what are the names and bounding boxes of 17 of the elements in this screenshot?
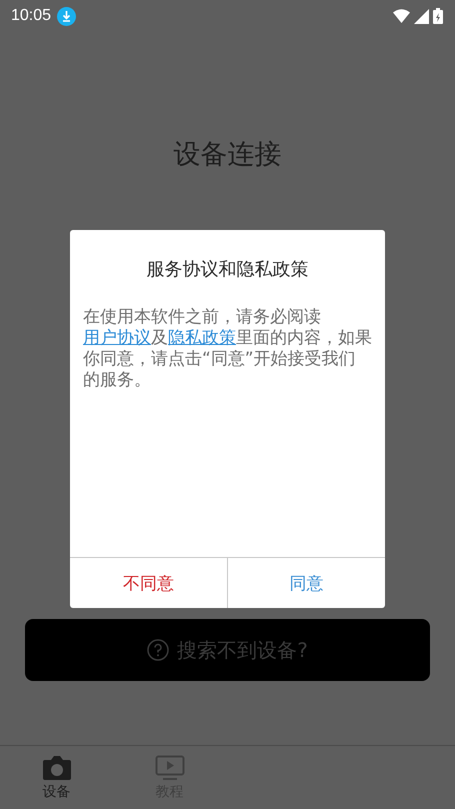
help-icon bbox=[147, 639, 170, 661]
download-icon bbox=[57, 6, 76, 26]
camera-icon bbox=[42, 754, 72, 780]
search-help-button[interactable]: 搜索不到设备? bbox=[25, 619, 430, 681]
nav-tab[interactable]: 设备 bbox=[0, 746, 113, 809]
policy-link[interactable]: 用户协议 bbox=[83, 328, 151, 348]
battery-icon bbox=[433, 8, 443, 24]
wifi-icon bbox=[393, 9, 410, 23]
decline-button[interactable]: 不同意 bbox=[70, 558, 227, 608]
policy-link[interactable]: 隐私政策 bbox=[168, 328, 236, 348]
dialog-title: 服务协议和隐私政策 bbox=[146, 258, 310, 281]
status-time: 10:05 bbox=[11, 7, 52, 25]
signal-icon bbox=[414, 8, 429, 24]
video-icon bbox=[154, 754, 184, 780]
agreement-text: 在使用本软件之前，请务必阅读 用户协议及隐私政策里面的内容，如果你同意，请点击“同意”开始接受我们的服务。 bbox=[83, 307, 372, 391]
accept-button[interactable]: 同意 bbox=[227, 558, 385, 608]
page-title: 设备连接 bbox=[174, 138, 282, 172]
